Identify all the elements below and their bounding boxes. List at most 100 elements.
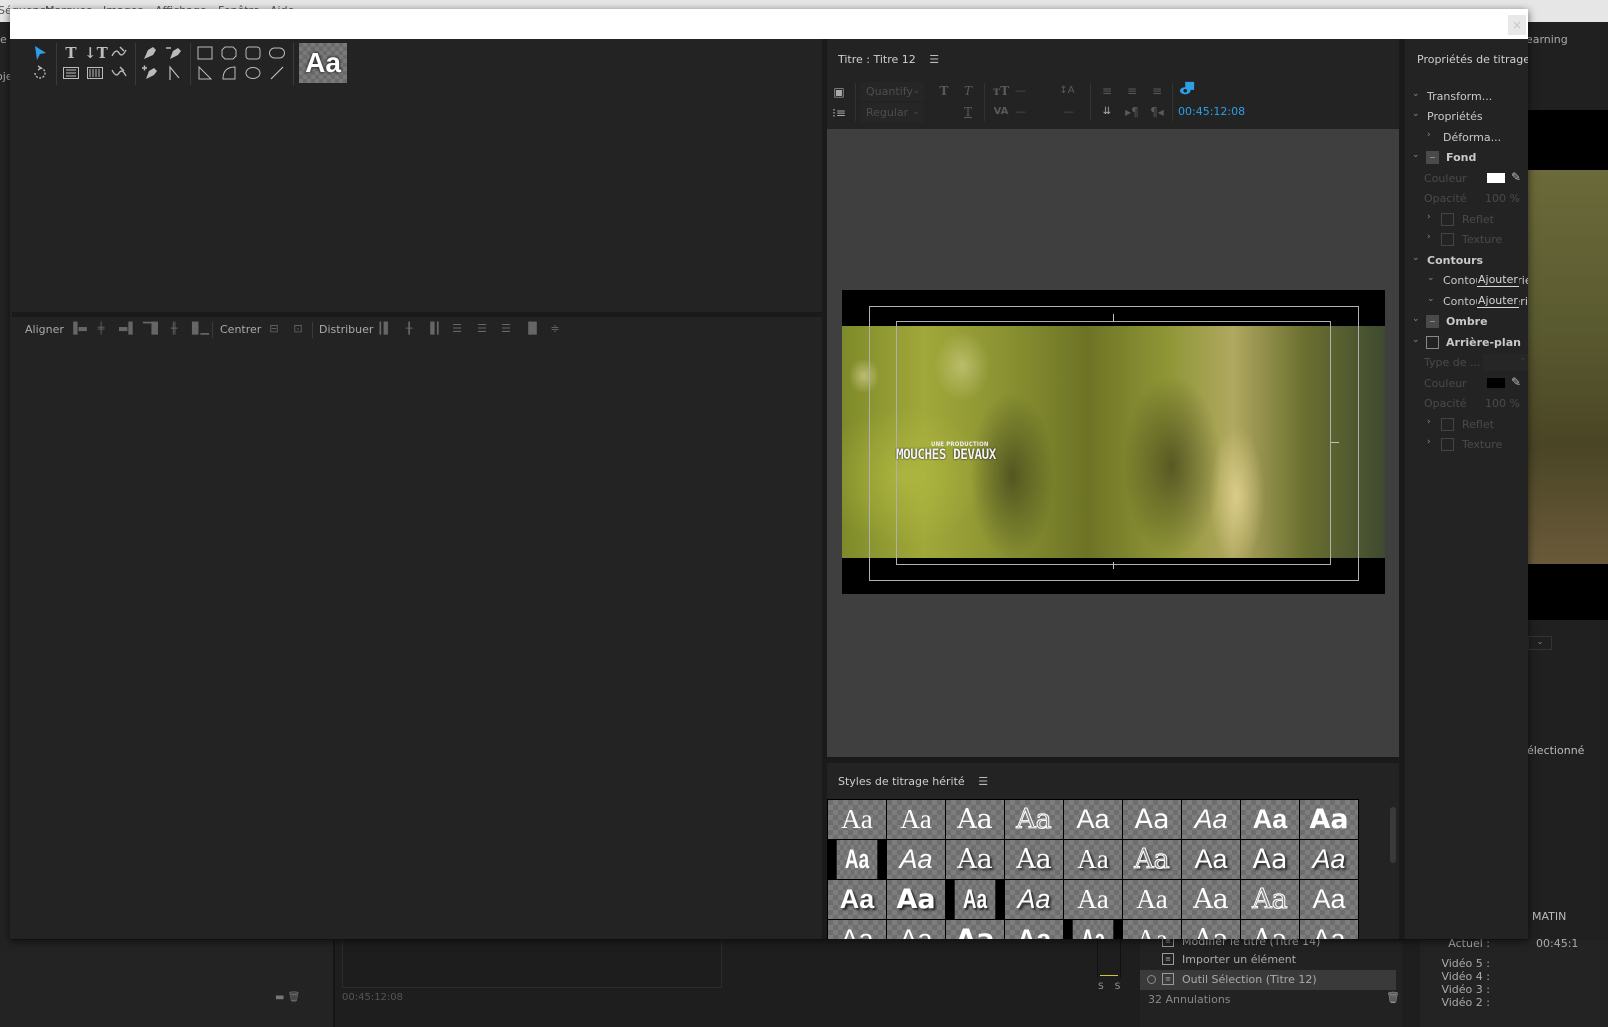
font-size-value[interactable]: — [1015,84,1026,97]
style-swatch[interactable]: Aa [1241,920,1299,939]
texture-checkbox[interactable] [1441,233,1454,246]
hamburger-menu-icon[interactable]: ☰ [978,775,988,788]
path-type-tool[interactable] [108,43,130,63]
eyedropper-icon[interactable]: ✎ [1511,170,1521,184]
prop-distort[interactable]: › Déforma... [1405,128,1528,148]
style-swatch[interactable]: Aa [1182,800,1240,839]
style-swatch[interactable]: Aa [1241,840,1299,879]
chevron-down-icon[interactable]: ⌄ [1412,109,1420,119]
center-vertical-icon[interactable]: ⊡ [291,322,305,336]
chevron-right-icon[interactable]: › [1427,437,1431,447]
background-video-toggle-icon[interactable]: ▣ [830,83,848,101]
align-top-icon[interactable]: ▔▊ [143,322,160,336]
add-inner-stroke-link[interactable]: Ajouter [1477,273,1519,287]
chevron-right-icon[interactable]: › [1427,232,1431,242]
add-anchor-tool[interactable] [139,63,161,83]
align-bottom-icon[interactable]: ▊▁ [192,322,209,336]
rectangle-tool[interactable] [194,43,216,63]
tab-stops-icon[interactable]: ⁝≡ [830,104,848,122]
style-swatch[interactable]: Aa [946,800,1004,839]
align-text-center-icon[interactable]: ≡ [1123,82,1141,100]
vertical-area-type-tool[interactable] [84,63,106,83]
area-type-tool[interactable] [60,63,82,83]
bold-icon[interactable]: T [935,82,953,100]
add-outer-stroke-link[interactable]: Ajouter [1477,294,1519,308]
distribute-bottom-icon[interactable]: ☰ [499,322,513,336]
prop-background[interactable]: ⌄ Arrière-plan [1405,333,1528,353]
style-swatch[interactable]: Aa [1005,880,1063,919]
prop-background-sheen[interactable]: › Reflet [1405,415,1528,435]
wedge-tool[interactable] [194,63,216,83]
style-swatch[interactable]: Aa [1182,880,1240,919]
ellipse-tool[interactable] [242,63,264,83]
font-family-select[interactable]: Quantify ⌄ [860,82,924,101]
align-text-right-icon[interactable]: ≡ [1148,82,1166,100]
style-swatch[interactable]: Aa [1123,880,1181,919]
background-timecode[interactable]: 00:45:12:08 [1178,105,1245,118]
arc-tool[interactable] [218,63,240,83]
fill-color-swatch[interactable] [1487,173,1505,183]
style-swatch[interactable]: Aa [1241,880,1299,919]
prop-strokes[interactable]: ⌄ Contours [1405,251,1528,271]
style-swatch[interactable]: Aa [946,920,1004,939]
style-swatch[interactable]: Aa [1064,840,1122,879]
prop-sheen[interactable]: › Reflet [1405,210,1528,230]
dialog-titlebar[interactable]: × [10,9,1528,39]
style-swatch[interactable]: Aa [1005,920,1063,939]
chevron-right-icon[interactable]: › [1427,130,1431,140]
tab-stops-ruler-icon[interactable]: ⇊ [1098,103,1116,121]
style-swatch[interactable]: Aa [1300,920,1358,939]
title-canvas-area[interactable]: UNE PRODUCTION MOUCHES DEVAUX [827,129,1399,757]
chevron-down-icon[interactable]: ⌄ [1412,253,1420,263]
align-right-icon[interactable]: ▬▌ [118,322,137,336]
styles-scrollbar[interactable] [1390,807,1396,863]
sheen-checkbox[interactable] [1441,418,1454,431]
line-tool[interactable] [266,63,288,83]
style-swatch[interactable]: Aa [1300,880,1358,919]
chevron-down-icon[interactable]: ⌄ [1427,294,1435,304]
center-horizontal-icon[interactable]: ⊟ [267,322,281,336]
background-opacity-value[interactable]: 100 % [1485,397,1520,410]
style-swatch[interactable]: Aa [954,880,996,919]
clipped-rectangle-tool[interactable] [218,43,240,63]
chevron-right-icon[interactable]: › [1427,212,1431,222]
prop-outer-strokes[interactable]: ⌄ Contours extérieurs Ajouter [1405,292,1528,312]
eyedropper-icon[interactable]: ✎ [1511,375,1521,389]
background-color-swatch[interactable] [1487,378,1505,388]
type-tool[interactable]: T [60,43,82,63]
chevron-down-icon[interactable]: ⌄ [1427,273,1435,283]
leading-value[interactable]: — [1063,105,1074,118]
style-swatch[interactable]: Aa [1005,840,1063,879]
chevron-right-icon[interactable]: › [1427,417,1431,427]
distribute-right-icon[interactable]: ▐┃ [426,322,441,336]
trash-icon[interactable]: 🗑 [1386,991,1400,1004]
prop-properties[interactable]: ⌄ Propriétés [1405,107,1528,127]
prop-transform[interactable]: ⌄ Transform... [1405,87,1528,107]
texture-checkbox[interactable] [1441,438,1454,451]
delete-anchor-tool[interactable] [163,43,185,63]
prop-inner-strokes[interactable]: ⌄ Contours intérieurs Ajouter [1405,271,1528,291]
align-text-left-icon[interactable]: ≡ [1098,82,1116,100]
rounded-rectangle-tool[interactable] [242,43,264,63]
distribute-top-icon[interactable]: ☰ [450,322,464,336]
background-checkbox[interactable] [1426,336,1439,349]
close-button[interactable]: × [1508,15,1526,35]
convert-anchor-tool[interactable] [163,63,185,83]
chevron-down-icon[interactable]: ⌄ [1412,335,1420,345]
solo-buttons[interactable]: S S [1098,982,1124,992]
history-item-selected[interactable]: ≡ Outil Sélection (Titre 12) [1140,970,1396,990]
leading-icon[interactable]: ↕A [1058,82,1076,100]
rounded-corner-rectangle-tool[interactable] [266,43,288,63]
sheen-checkbox[interactable] [1441,213,1454,226]
style-swatch[interactable]: Aa [1300,840,1358,879]
selection-tool[interactable] [29,43,51,63]
prop-texture[interactable]: › Texture [1405,230,1528,250]
italic-icon[interactable]: T [959,82,977,100]
style-swatch-preview[interactable]: Aa [299,43,347,83]
background-type-select[interactable] [1483,352,1528,371]
prop-background-texture[interactable]: › Texture [1405,435,1528,455]
rotation-tool[interactable] [29,63,51,83]
kerning-value[interactable]: — [1015,105,1026,118]
ltr-paragraph-icon[interactable]: ▸¶ [1123,103,1141,121]
style-swatch[interactable]: Aa [828,800,886,839]
